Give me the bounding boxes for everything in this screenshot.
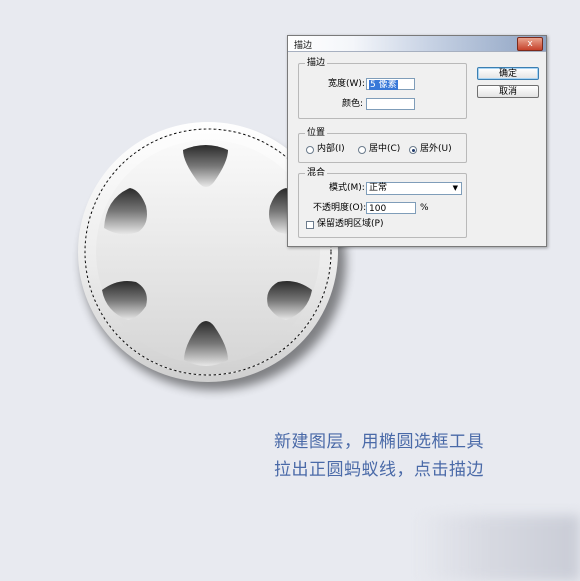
width-label: 宽度(W): xyxy=(328,79,365,89)
blend-group: 混合 模式(M): 正常 ▼ 不透明度(O): 100 % 保留透明区域(P) xyxy=(298,168,467,238)
width-input[interactable]: 5 像素 xyxy=(366,78,415,90)
radio-inside-label: 内部(I) xyxy=(317,144,345,154)
color-swatch[interactable] xyxy=(366,98,415,110)
position-group-legend: 位置 xyxy=(305,128,328,139)
caption-line-2: 拉出正圆蚂蚁线，点击描边 xyxy=(274,460,484,480)
dialog-titlebar[interactable]: 描边 x xyxy=(288,36,546,52)
close-icon[interactable]: x xyxy=(517,37,543,51)
color-label: 颜色: xyxy=(342,99,364,109)
ok-button[interactable]: 确定 xyxy=(477,67,539,80)
dropdown-arrow-icon: ▼ xyxy=(452,184,458,192)
dialog-title: 描边 xyxy=(294,41,313,51)
radio-inside[interactable] xyxy=(306,146,314,154)
radio-outside[interactable] xyxy=(409,146,417,154)
radio-outside-label: 居外(U) xyxy=(420,144,452,154)
caption-line-1: 新建图层，用椭圆选框工具 xyxy=(274,432,484,452)
mode-label: 模式(M): xyxy=(329,183,365,193)
radio-center-label: 居中(C) xyxy=(369,144,401,154)
opacity-input[interactable]: 100 xyxy=(366,202,416,214)
stroke-group-legend: 描边 xyxy=(305,58,328,69)
preserve-transparency-label: 保留透明区域(P) xyxy=(317,219,384,229)
position-group: 位置 内部(I) 居中(C) 居外(U) xyxy=(298,128,467,163)
background-smudge xyxy=(415,515,580,581)
cancel-button[interactable]: 取消 xyxy=(477,85,539,98)
width-value: 5 像素 xyxy=(369,80,398,90)
opacity-label: 不透明度(O): xyxy=(313,203,367,213)
radio-center[interactable] xyxy=(358,146,366,154)
preserve-transparency-checkbox[interactable] xyxy=(306,221,314,229)
opacity-value: 100 xyxy=(369,204,387,214)
stroke-group: 描边 宽度(W): 5 像素 颜色: xyxy=(298,58,467,119)
mode-select[interactable]: 正常 ▼ xyxy=(366,182,462,195)
mode-value: 正常 xyxy=(369,183,388,193)
opacity-unit: % xyxy=(420,203,429,213)
blend-group-legend: 混合 xyxy=(305,168,328,179)
stroke-dialog: 描边 x 描边 宽度(W): 5 像素 颜色: 位置 内部(I) 居中(C) 居… xyxy=(287,35,547,247)
